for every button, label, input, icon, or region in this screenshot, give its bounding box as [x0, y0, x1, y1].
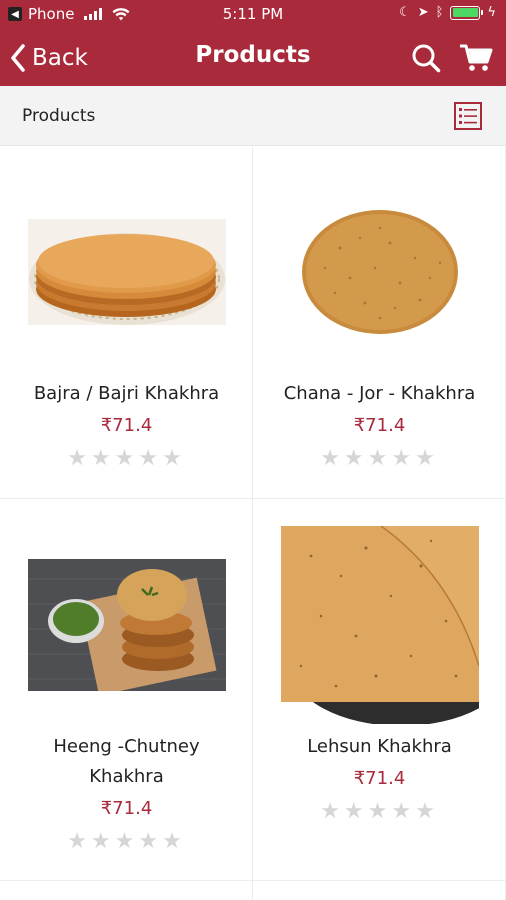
rating-stars: ★★★★★ [67, 829, 186, 854]
product-name: Bajra / Bajri Khakhra [33, 383, 220, 404]
moon-icon: ☾ [399, 5, 411, 20]
rating-stars: ★★★★★ [320, 799, 439, 824]
product-name-line2: Khakhra [89, 766, 164, 787]
product-price: ₹71.4 [353, 415, 406, 436]
cart-icon[interactable] [458, 40, 494, 76]
battery-icon [450, 5, 484, 20]
product-card[interactable]: Heeng -Chutney Khakhra ₹71.4 ★★★★★ [0, 499, 253, 881]
category-title: Products [22, 106, 96, 126]
product-image [253, 525, 506, 725]
product-price: ₹71.4 [353, 768, 406, 789]
product-card[interactable]: Lehsun Khakhra ₹71.4 ★★★★★ [253, 499, 506, 881]
product-card[interactable] [253, 881, 506, 900]
product-card[interactable]: Chana - Jor - Khakhra ₹71.4 ★★★★★ [253, 147, 506, 499]
status-bar: ◀ Phone 5:11 PM ☾ ➤ ᛒ ϟ [0, 0, 506, 30]
nav-bar: Back Products [0, 30, 506, 86]
rating-stars: ★★★★★ [67, 446, 186, 471]
rating-stars: ★★★★★ [320, 446, 439, 471]
product-name: Chana - Jor - Khakhra [283, 383, 476, 404]
product-name: Lehsun Khakhra [307, 736, 452, 757]
product-price: ₹71.4 [100, 798, 153, 819]
product-name-line1: Heeng -Chutney [53, 736, 200, 757]
product-price: ₹71.4 [100, 415, 153, 436]
search-icon[interactable] [408, 40, 444, 76]
list-view-icon [454, 102, 482, 130]
location-arrow-icon: ➤ [417, 5, 429, 20]
list-view-toggle[interactable] [454, 102, 482, 130]
bluetooth-icon: ᛒ [435, 5, 444, 20]
category-header: Products [0, 86, 506, 146]
product-card[interactable]: Bajra / Bajri Khakhra ₹71.4 ★★★★★ [0, 147, 253, 499]
product-image [253, 207, 506, 337]
product-image [0, 557, 253, 693]
product-card[interactable] [0, 881, 253, 900]
product-image [0, 217, 253, 327]
charging-icon: ϟ [487, 5, 496, 20]
